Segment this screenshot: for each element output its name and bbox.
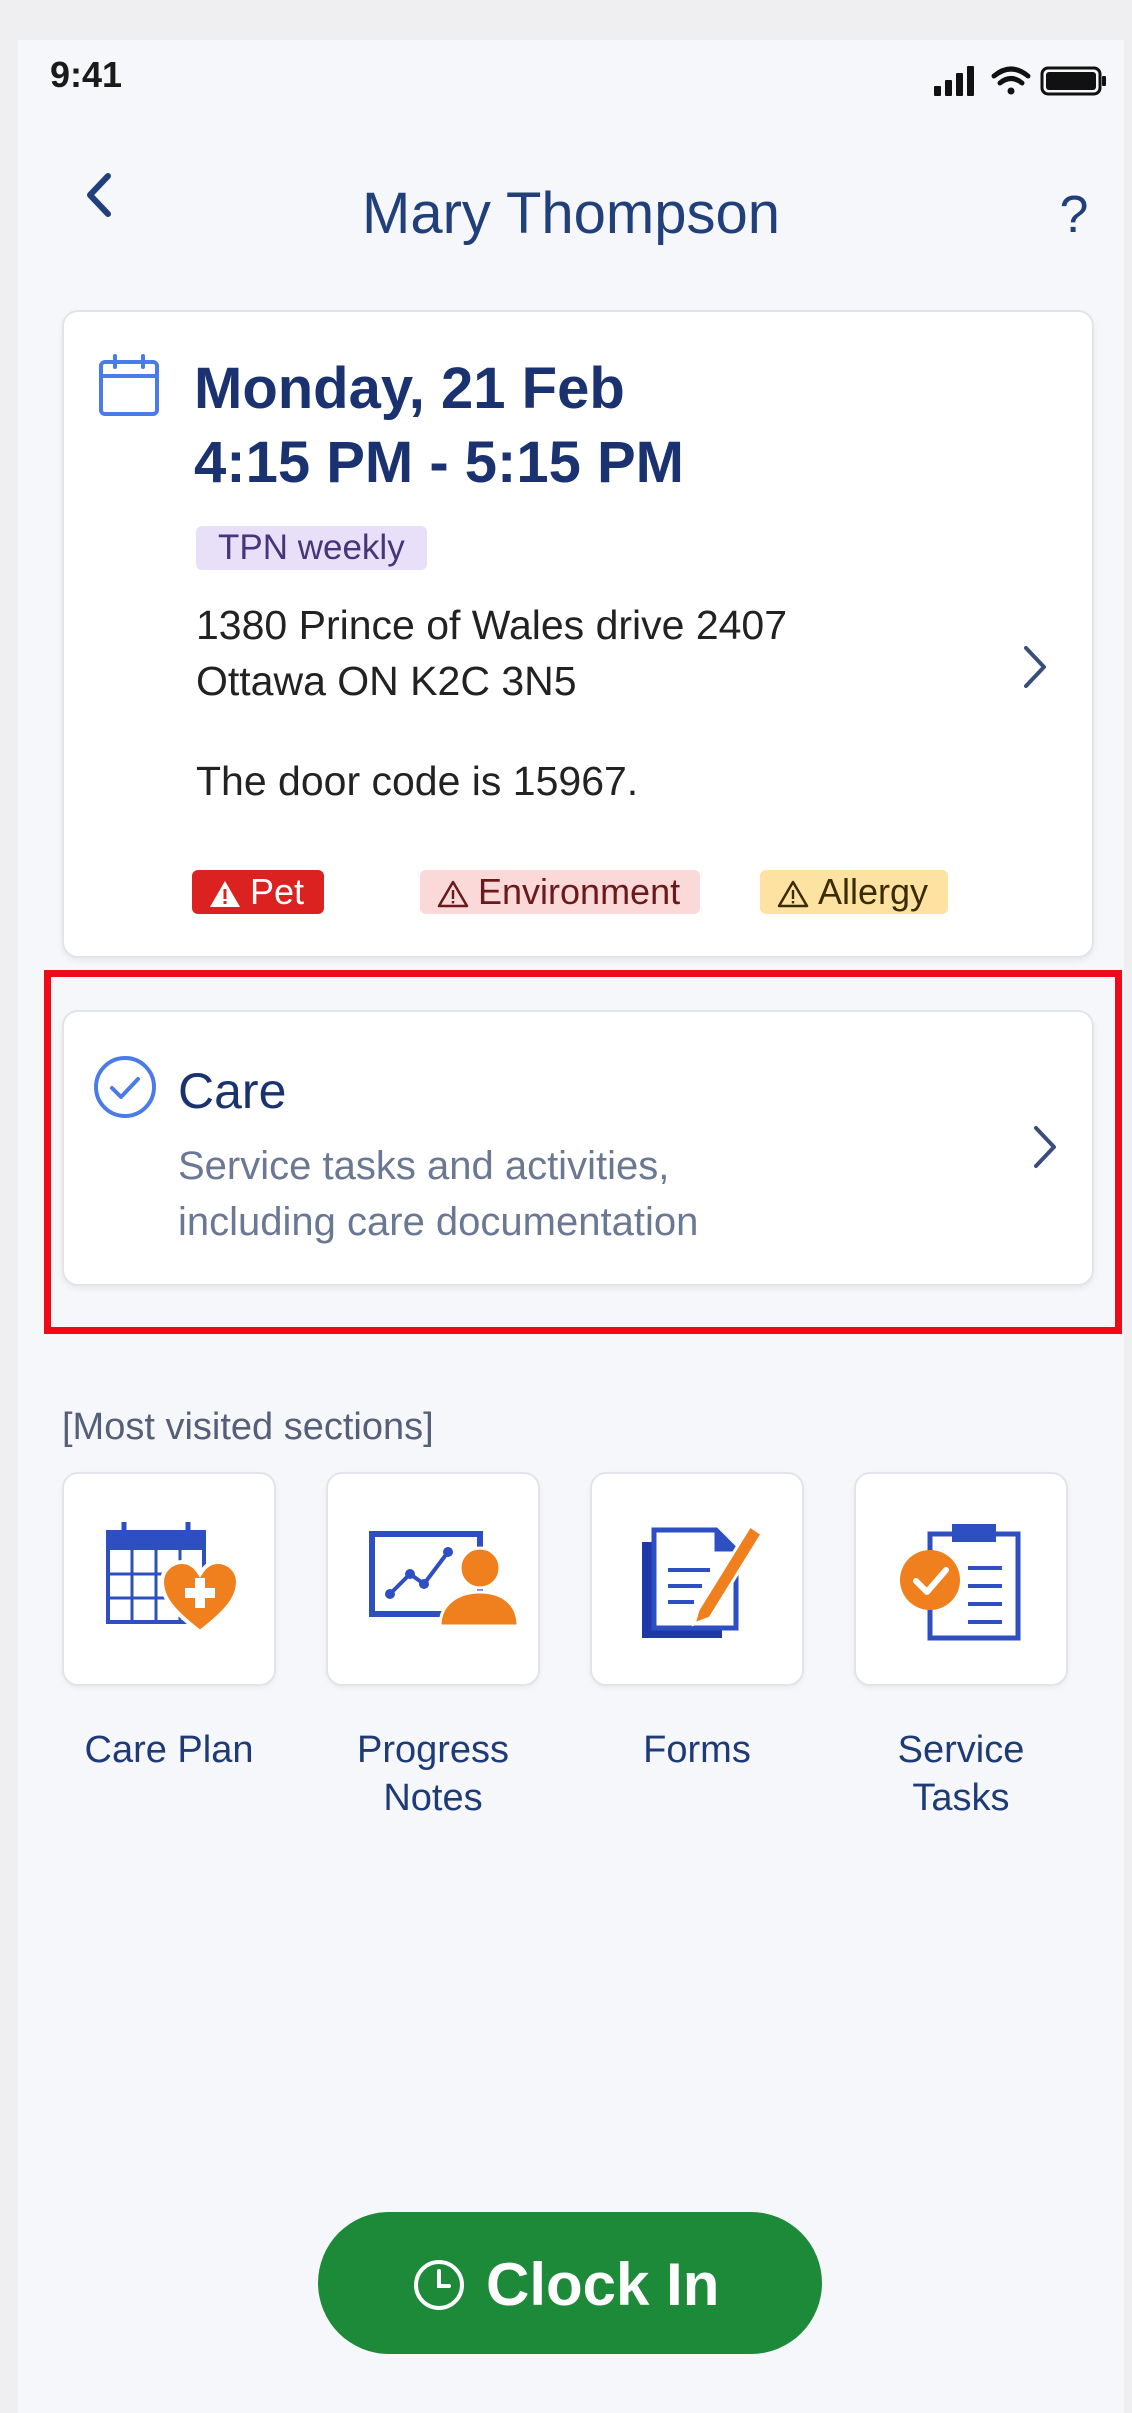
appointment-time: 4:15 PM - 5:15 PM — [194, 430, 684, 495]
clock-in-label: Clock In — [486, 2251, 720, 2318]
tile-progress-notes[interactable]: Progress Notes — [326, 1472, 540, 1819]
alert-badge-label: Allergy — [818, 871, 929, 912]
cellular-signal-icon — [934, 66, 974, 96]
care-description: Service tasks and activities, — [178, 1144, 670, 1188]
tile-label: Forms — [550, 1726, 844, 1774]
address-line1: 1380 Prince of Wales drive 2407 — [196, 602, 788, 648]
help-button[interactable]: ? — [1044, 185, 1104, 245]
alert-badge-label: Environment — [478, 871, 681, 912]
appointment-card[interactable]: Monday, 21 Feb 4:15 PM - 5:15 PM TPN wee… — [62, 310, 1094, 958]
status-time: 9:41 — [50, 54, 123, 95]
clock-in-button[interactable]: Clock In — [318, 2212, 822, 2354]
tile-label-line: Care Plan — [84, 1729, 254, 1771]
clock-icon — [414, 2260, 464, 2310]
calendar-icon — [99, 354, 159, 416]
battery-icon — [1040, 66, 1106, 96]
tile-label: Service Tasks — [814, 1726, 1108, 1822]
service-tasks-icon — [900, 1524, 1021, 1641]
tile-card — [326, 1472, 540, 1686]
tile-label-line: Notes — [383, 1777, 483, 1819]
tile-card — [854, 1472, 1068, 1686]
appointment-date: Monday, 21 Feb — [194, 356, 625, 421]
alert-badge-environment[interactable]: Environment — [420, 870, 701, 914]
warning-outline-icon — [437, 880, 469, 908]
tile-label-line: Progress — [356, 1729, 510, 1771]
forms-icon — [642, 1523, 765, 1638]
chevron-right-icon — [1024, 646, 1046, 688]
alert-badge-pet[interactable]: Pet — [192, 870, 325, 914]
alert-badge-allergy[interactable]: Allergy — [760, 870, 949, 914]
tile-label-line: Forms — [643, 1729, 751, 1771]
page-title: Mary Thompson — [362, 181, 780, 246]
status-icons — [934, 60, 1114, 100]
status-bar: 9:41 — [18, 40, 1124, 120]
care-card[interactable]: Care Service tasks and activities, inclu… — [62, 1010, 1094, 1286]
progress-notes-icon — [369, 1531, 518, 1628]
visit-type-tag: TPN weekly — [196, 526, 427, 570]
tile-card — [62, 1472, 276, 1686]
warning-icon — [210, 881, 240, 907]
check-circle-icon — [94, 1056, 156, 1118]
tile-label-line: Tasks — [912, 1777, 1010, 1819]
care-title: Care — [178, 1063, 287, 1119]
tile-label: Progress Notes — [286, 1726, 580, 1822]
wifi-icon — [991, 66, 1031, 95]
care-description: including care documentation — [178, 1200, 699, 1244]
alert-badge-label: Pet — [250, 871, 305, 912]
appointment-note: The door code is 15967. — [196, 758, 639, 804]
chevron-right-icon — [1034, 1126, 1056, 1168]
tile-forms[interactable]: Forms — [590, 1472, 804, 1771]
warning-outline-icon — [777, 880, 809, 908]
tile-card — [590, 1472, 804, 1686]
most-visited-label: [Most visited sections] — [62, 1406, 434, 1448]
care-plan-icon — [106, 1522, 241, 1635]
tile-label-line: Service — [897, 1729, 1025, 1771]
tile-service-tasks[interactable]: Service Tasks — [854, 1472, 1068, 1819]
tile-label: Care Plan — [22, 1726, 316, 1774]
phone-screen: 9:41 Mary Thompson ? Monday, 21 Feb 4:15… — [18, 40, 1124, 2413]
tile-care-plan[interactable]: Care Plan — [62, 1472, 276, 1771]
address-line2: Ottawa ON K2C 3N5 — [196, 658, 577, 704]
